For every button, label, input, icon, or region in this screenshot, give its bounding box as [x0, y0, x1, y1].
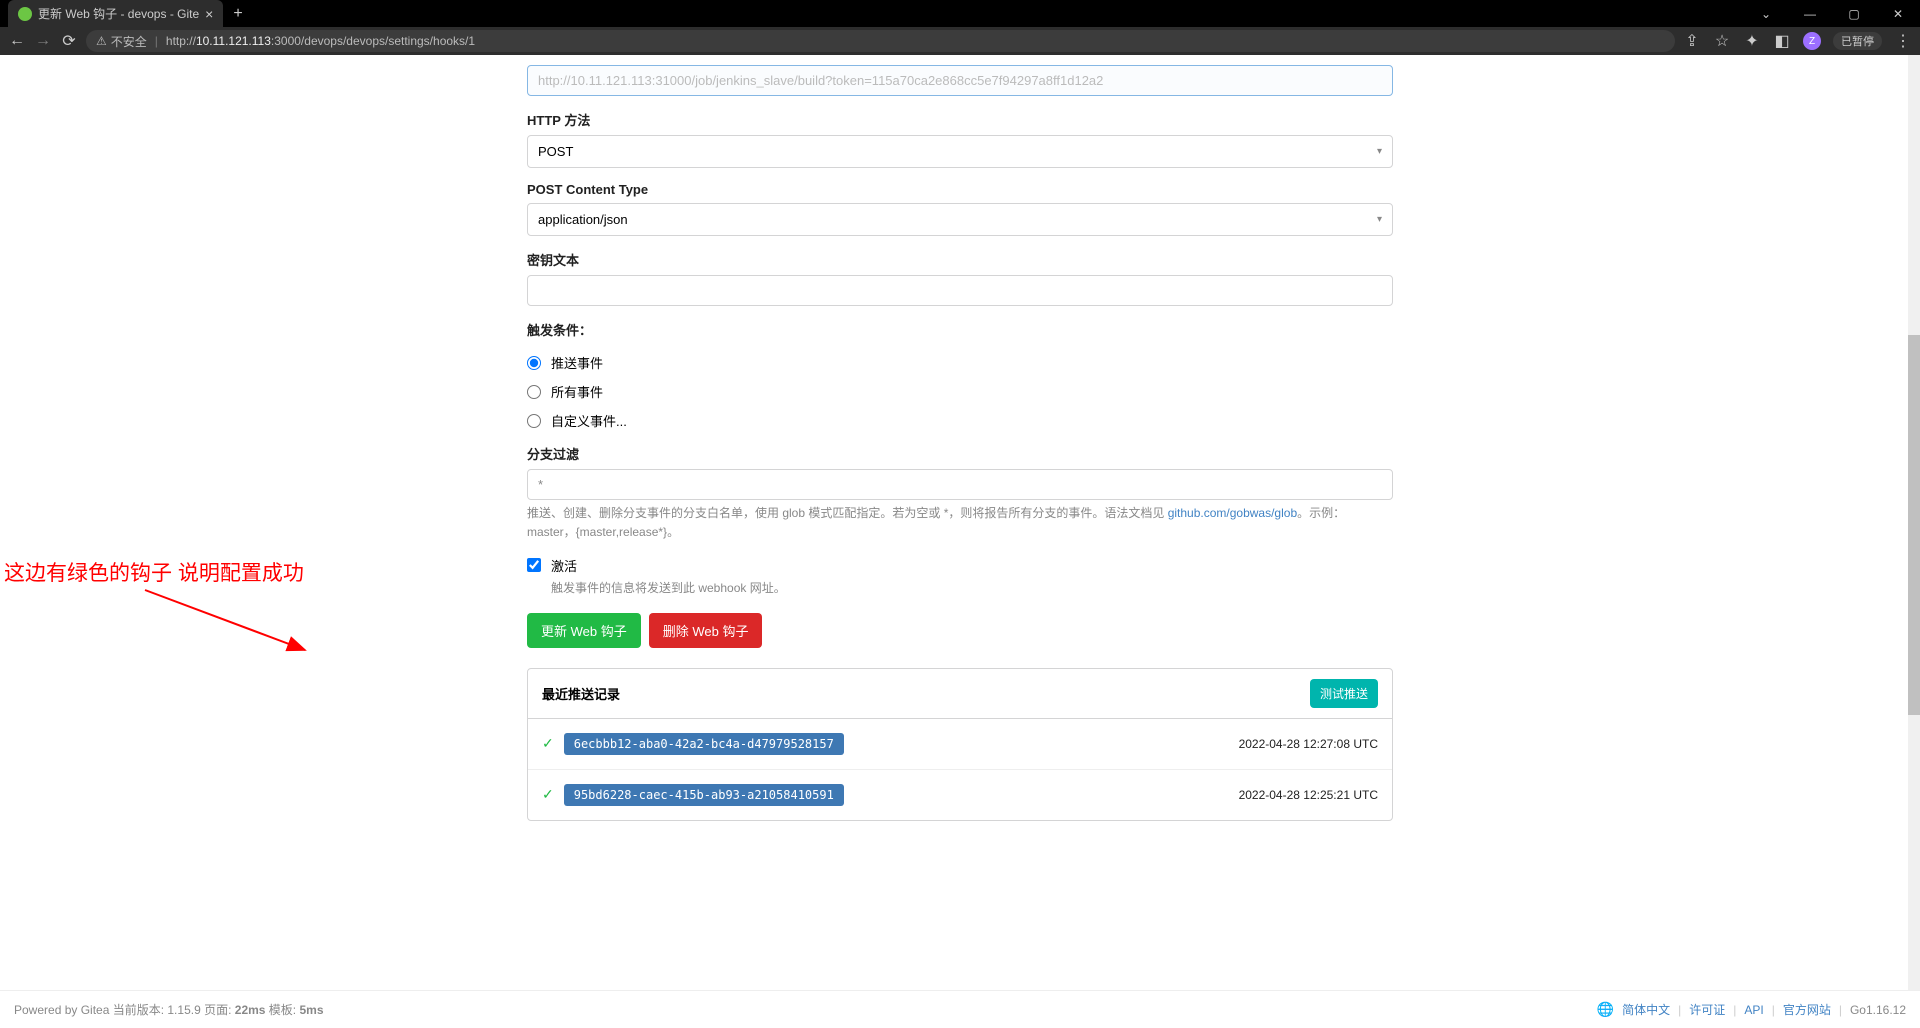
url-text: http://10.11.121.113:3000/devops/devops/… [166, 34, 475, 48]
target-url-input[interactable] [527, 65, 1393, 96]
radio-all-input[interactable] [527, 385, 541, 399]
delete-webhook-button[interactable]: 删除 Web 钩子 [649, 613, 763, 648]
branch-filter-input[interactable] [527, 469, 1393, 500]
tab-title: 更新 Web 钩子 - devops - Gite [38, 5, 199, 22]
deliveries-title: 最近推送记录 [542, 684, 620, 703]
branch-filter-help: 推送、创建、删除分支事件的分支白名单，使用 glob 模式匹配指定。若为空或 *… [527, 504, 1393, 542]
check-icon: ✓ [542, 786, 554, 803]
delivery-row: ✓ 95bd6228-caec-415b-ab93-a21058410591 2… [528, 770, 1392, 820]
content-type-value: application/json [538, 212, 628, 227]
maximize-icon[interactable]: ▢ [1832, 0, 1876, 27]
trigger-label: 触发条件： [527, 320, 1393, 339]
content-type-select[interactable]: application/json ▾ [527, 203, 1393, 236]
active-label: 激活 [551, 556, 786, 575]
secret-input[interactable] [527, 275, 1393, 306]
radio-custom-events[interactable]: 自定义事件... [527, 411, 1393, 430]
delivery-time: 2022-04-28 12:25:21 UTC [1239, 788, 1378, 802]
globe-icon: 🌐 [1597, 1001, 1614, 1018]
active-checkbox[interactable] [527, 558, 541, 572]
extensions-icon[interactable]: ✦ [1743, 32, 1761, 50]
website-link[interactable]: 官方网站 [1783, 1001, 1831, 1018]
license-link[interactable]: 许可证 [1689, 1001, 1725, 1018]
browser-tab[interactable]: 更新 Web 钩子 - devops - Gite × [8, 0, 223, 27]
insecure-icon: ⚠ 不安全 [96, 33, 147, 50]
go-version: Go1.16.12 [1850, 1003, 1906, 1017]
radio-custom-input[interactable] [527, 414, 541, 428]
star-icon[interactable]: ☆ [1713, 32, 1731, 50]
http-method-label: HTTP 方法 [527, 110, 1393, 129]
window-controls: ⌄ — ▢ ✕ [1744, 0, 1920, 27]
chevron-down-icon[interactable]: ⌄ [1744, 0, 1788, 27]
active-help: 触发事件的信息将发送到此 webhook 网址。 [551, 579, 786, 598]
footer-left: Powered by Gitea 当前版本: 1.15.9 页面: 22ms 模… [14, 1001, 324, 1018]
delivery-uuid[interactable]: 6ecbbb12-aba0-42a2-bc4a-d47979528157 [564, 733, 844, 755]
gitea-favicon [18, 7, 32, 21]
test-delivery-button[interactable]: 测试推送 [1310, 679, 1378, 708]
annotation-text: 这边有绿色的钩子 说明配置成功 [4, 557, 304, 587]
radio-push-events[interactable]: 推送事件 [527, 353, 1393, 372]
api-link[interactable]: API [1744, 1003, 1763, 1017]
http-method-value: POST [538, 144, 573, 159]
url-bar[interactable]: ⚠ 不安全 | http://10.11.121.113:3000/devops… [86, 30, 1675, 52]
scrollbar-thumb[interactable] [1908, 335, 1920, 715]
delivery-uuid[interactable]: 95bd6228-caec-415b-ab93-a21058410591 [564, 784, 844, 806]
sync-paused-badge[interactable]: 已暂停 [1833, 32, 1882, 50]
language-link[interactable]: 简体中文 [1622, 1001, 1670, 1018]
close-window-icon[interactable]: ✕ [1876, 0, 1920, 27]
content-type-label: POST Content Type [527, 182, 1393, 197]
annotation-arrow [140, 585, 320, 665]
new-tab-button[interactable]: + [233, 5, 242, 23]
active-checkbox-row[interactable]: 激活 触发事件的信息将发送到此 webhook 网址。 [527, 556, 1393, 598]
delivery-row: ✓ 6ecbbb12-aba0-42a2-bc4a-d47979528157 2… [528, 719, 1392, 770]
secret-label: 密钥文本 [527, 250, 1393, 269]
http-method-select[interactable]: POST ▾ [527, 135, 1393, 168]
side-panel-icon[interactable]: ◧ [1773, 32, 1791, 50]
branch-filter-label: 分支过滤 [527, 444, 1393, 463]
browser-tab-bar: 更新 Web 钩子 - devops - Gite × + ⌄ — ▢ ✕ [0, 0, 1920, 27]
page-footer: Powered by Gitea 当前版本: 1.15.9 页面: 22ms 模… [0, 990, 1920, 1028]
radio-push-input[interactable] [527, 356, 541, 370]
chevron-down-icon: ▾ [1377, 146, 1382, 157]
menu-icon[interactable]: ⋮ [1894, 32, 1912, 50]
close-tab-icon[interactable]: × [205, 6, 213, 22]
radio-all-events[interactable]: 所有事件 [527, 382, 1393, 401]
browser-toolbar: ← → ⟳ ⚠ 不安全 | http://10.11.121.113:3000/… [0, 27, 1920, 55]
profile-avatar[interactable]: Z [1803, 32, 1821, 50]
chevron-down-icon: ▾ [1377, 214, 1382, 225]
scrollbar-track[interactable] [1908, 55, 1920, 1028]
reload-icon[interactable]: ⟳ [60, 32, 78, 50]
back-icon[interactable]: ← [8, 32, 26, 50]
minimize-icon[interactable]: — [1788, 0, 1832, 27]
forward-icon[interactable]: → [34, 32, 52, 50]
share-icon[interactable]: ⇪ [1683, 32, 1701, 50]
delivery-time: 2022-04-28 12:27:08 UTC [1239, 737, 1378, 751]
check-icon: ✓ [542, 735, 554, 752]
page-content: HTTP 方法 POST ▾ POST Content Type applica… [0, 55, 1920, 998]
recent-deliveries-segment: 最近推送记录 测试推送 ✓ 6ecbbb12-aba0-42a2-bc4a-d4… [527, 668, 1393, 821]
update-webhook-button[interactable]: 更新 Web 钩子 [527, 613, 641, 648]
glob-link[interactable]: github.com/gobwas/glob [1168, 506, 1297, 520]
